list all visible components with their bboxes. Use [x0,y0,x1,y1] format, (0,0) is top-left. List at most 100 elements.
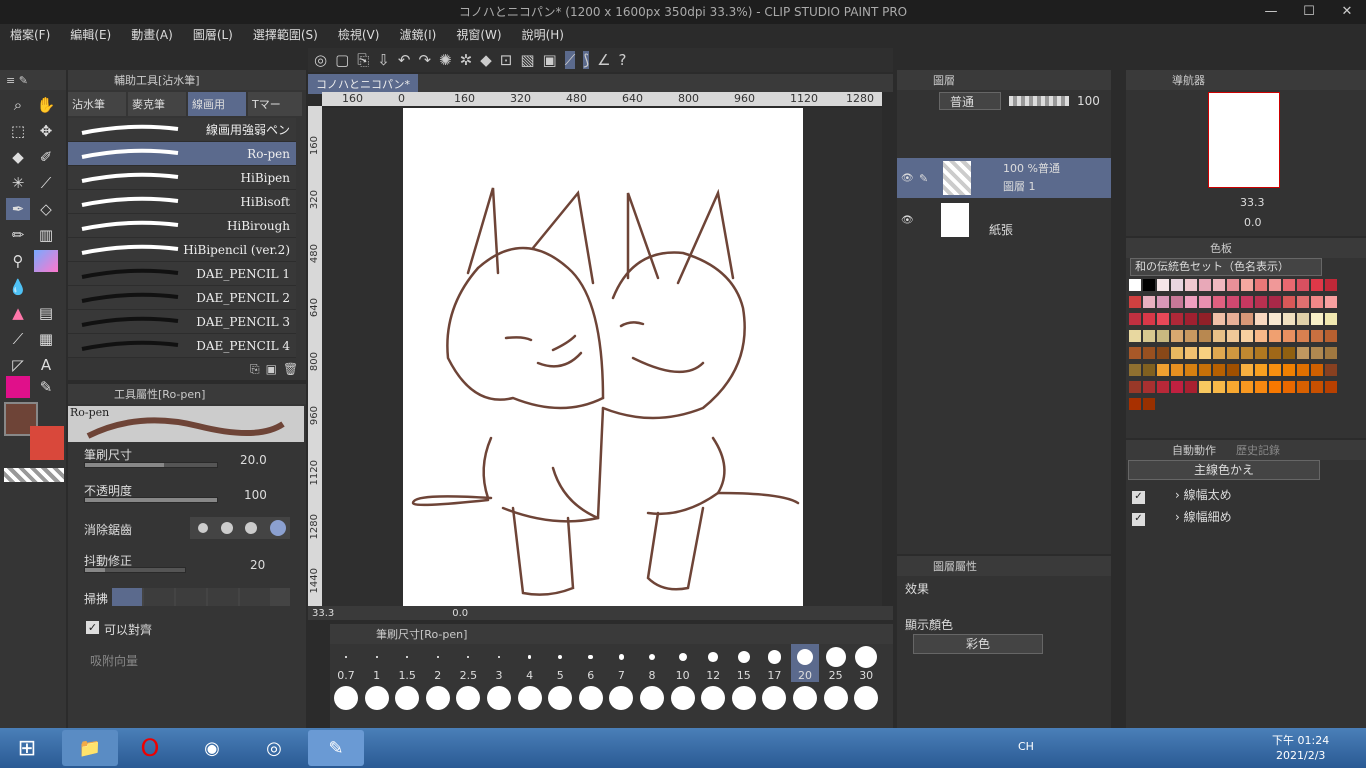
menu-edit[interactable]: 編輯(E) [60,24,121,46]
clip-studio-icon[interactable]: ◎ [246,730,302,766]
antialias-options[interactable] [190,517,290,539]
brush-size-cell-large[interactable] [791,686,819,710]
menu-animation[interactable]: 動畫(A) [121,24,183,46]
navigator-rotation[interactable]: 0.0 [1244,216,1262,229]
color-swatch[interactable] [1128,295,1142,309]
color-swatch[interactable] [1226,346,1240,360]
brush-size-cell[interactable]: 6 [577,644,605,682]
airbrush-tool-icon[interactable]: ▥ [34,224,58,246]
color-swatch[interactable] [1254,363,1268,377]
color-swatch[interactable] [1142,346,1156,360]
color-swatch[interactable] [1324,380,1338,394]
color-swatch[interactable] [1212,329,1226,343]
color-swatch[interactable] [1198,346,1212,360]
color-swatch[interactable] [1212,380,1226,394]
color-swatch[interactable] [1170,278,1184,292]
color-swatch[interactable] [1156,346,1170,360]
frame-tool-icon[interactable]: ▦ [34,328,58,350]
color-swatch[interactable] [1156,329,1170,343]
brush-size-cell[interactable]: 12 [699,644,727,682]
brush-size-cell[interactable]: 1 [363,644,391,682]
auto-action-item[interactable]: ✓ › 線幅細め [1132,508,1232,526]
layer-opacity-slider[interactable] [1009,96,1069,106]
color-set-select[interactable]: 和の伝統色セット（色名表示） [1130,258,1322,276]
color-swatch[interactable] [1296,312,1310,326]
color-swatch[interactable] [1240,312,1254,326]
redo-icon[interactable]: ↷ [418,51,431,69]
language-indicator[interactable]: CH [1018,740,1034,753]
new-file-icon[interactable]: ▢ [335,51,349,69]
brush-size-cell-large[interactable] [607,686,635,710]
opera-icon[interactable]: O [122,730,178,766]
zoom-tool-icon[interactable]: ⌕ [6,94,30,116]
color-swatch[interactable] [1310,278,1324,292]
color-swatch[interactable] [1198,363,1212,377]
display-color-select[interactable]: 彩色 [913,634,1043,654]
brush-size-cell[interactable]: 20 [791,644,819,682]
fill-icon[interactable]: ◆ [480,51,492,69]
brush-size-cell-large[interactable] [516,686,544,710]
color-swatch[interactable] [1240,380,1254,394]
color-swatch[interactable] [1170,363,1184,377]
auto-select-icon[interactable]: ✳ [6,172,30,194]
color-swatch[interactable] [1268,380,1282,394]
brush-size-slider[interactable] [84,462,218,468]
snap-ruler-icon[interactable]: ⟋ [564,51,576,69]
color-swatch[interactable] [1212,346,1226,360]
tab-pen[interactable]: 沾水筆 [68,92,126,116]
canvas-zoom-value[interactable]: 33.3 [312,608,334,619]
color-swatch[interactable] [1128,329,1142,343]
selection-pen-icon[interactable]: ✐ [34,146,58,168]
brush-size-cell-large[interactable] [760,686,788,710]
color-swatch[interactable] [1282,329,1296,343]
color-swatch[interactable] [1170,295,1184,309]
brush-size-cell-large[interactable] [393,686,421,710]
layer-item-1[interactable]: 👁 ✎ 100 %普通 圖層 1 [897,158,1111,198]
navigator-preview[interactable] [1208,92,1280,188]
snap-checkbox[interactable]: ✓ [86,621,99,634]
brush-size-cell[interactable]: 17 [760,644,788,682]
color-swatch[interactable] [1128,278,1142,292]
transparent-color-swatch[interactable] [4,468,64,482]
auto-action-item[interactable]: ✓ › 線幅太め [1132,486,1232,504]
color-swatch[interactable] [1198,278,1212,292]
color-swatch[interactable] [1254,346,1268,360]
menu-selection[interactable]: 選擇範圍(S) [243,24,328,46]
color-swatch[interactable] [1142,329,1156,343]
brush-size-cell[interactable]: 8 [638,644,666,682]
hand-tool-icon[interactable]: ✋ [34,94,58,116]
stabilization-slider[interactable] [84,567,186,573]
color-swatch[interactable] [1254,295,1268,309]
color-swatch[interactable] [1184,329,1198,343]
color-swatch[interactable] [1254,380,1268,394]
color-swatch[interactable] [1254,329,1268,343]
color-swatch[interactable] [1142,295,1156,309]
operation-tool-icon[interactable]: ⬚ [6,120,30,142]
maximize-button[interactable]: ☐ [1290,0,1328,24]
color-swatch[interactable] [1128,363,1142,377]
color-swatch[interactable] [1296,278,1310,292]
menu-window[interactable]: 視窗(W) [446,24,511,46]
brush-size-cell-large[interactable] [822,686,850,710]
color-swatch[interactable] [1324,278,1338,292]
color-swatch[interactable] [1156,363,1170,377]
color-swatch[interactable] [1324,329,1338,343]
brush-item[interactable]: Ro-pen [68,142,296,166]
color-swatch[interactable] [1240,363,1254,377]
text-tool-icon[interactable]: A [34,354,58,376]
menu-layer[interactable]: 圖層(L) [183,24,243,46]
color-swatch[interactable] [1170,380,1184,394]
brush-item[interactable]: DAE_PENCIL 1 [68,262,296,286]
brush-size-cell-large[interactable] [546,686,574,710]
close-button[interactable]: ✕ [1328,0,1366,24]
brush-size-cell[interactable]: 2 [424,644,452,682]
color-swatch[interactable] [1254,312,1268,326]
brush-item[interactable]: HiBipen [68,166,296,190]
color-swatch[interactable] [1310,329,1324,343]
color-swatch[interactable] [1282,295,1296,309]
color-swatch[interactable] [1198,312,1212,326]
clear-icon[interactable]: ✲ [460,51,473,69]
canvas-rotation-value[interactable]: 0.0 [452,608,468,619]
copy-subtool-icon[interactable]: ⎘ [250,362,260,377]
color-swatch[interactable] [1226,329,1240,343]
